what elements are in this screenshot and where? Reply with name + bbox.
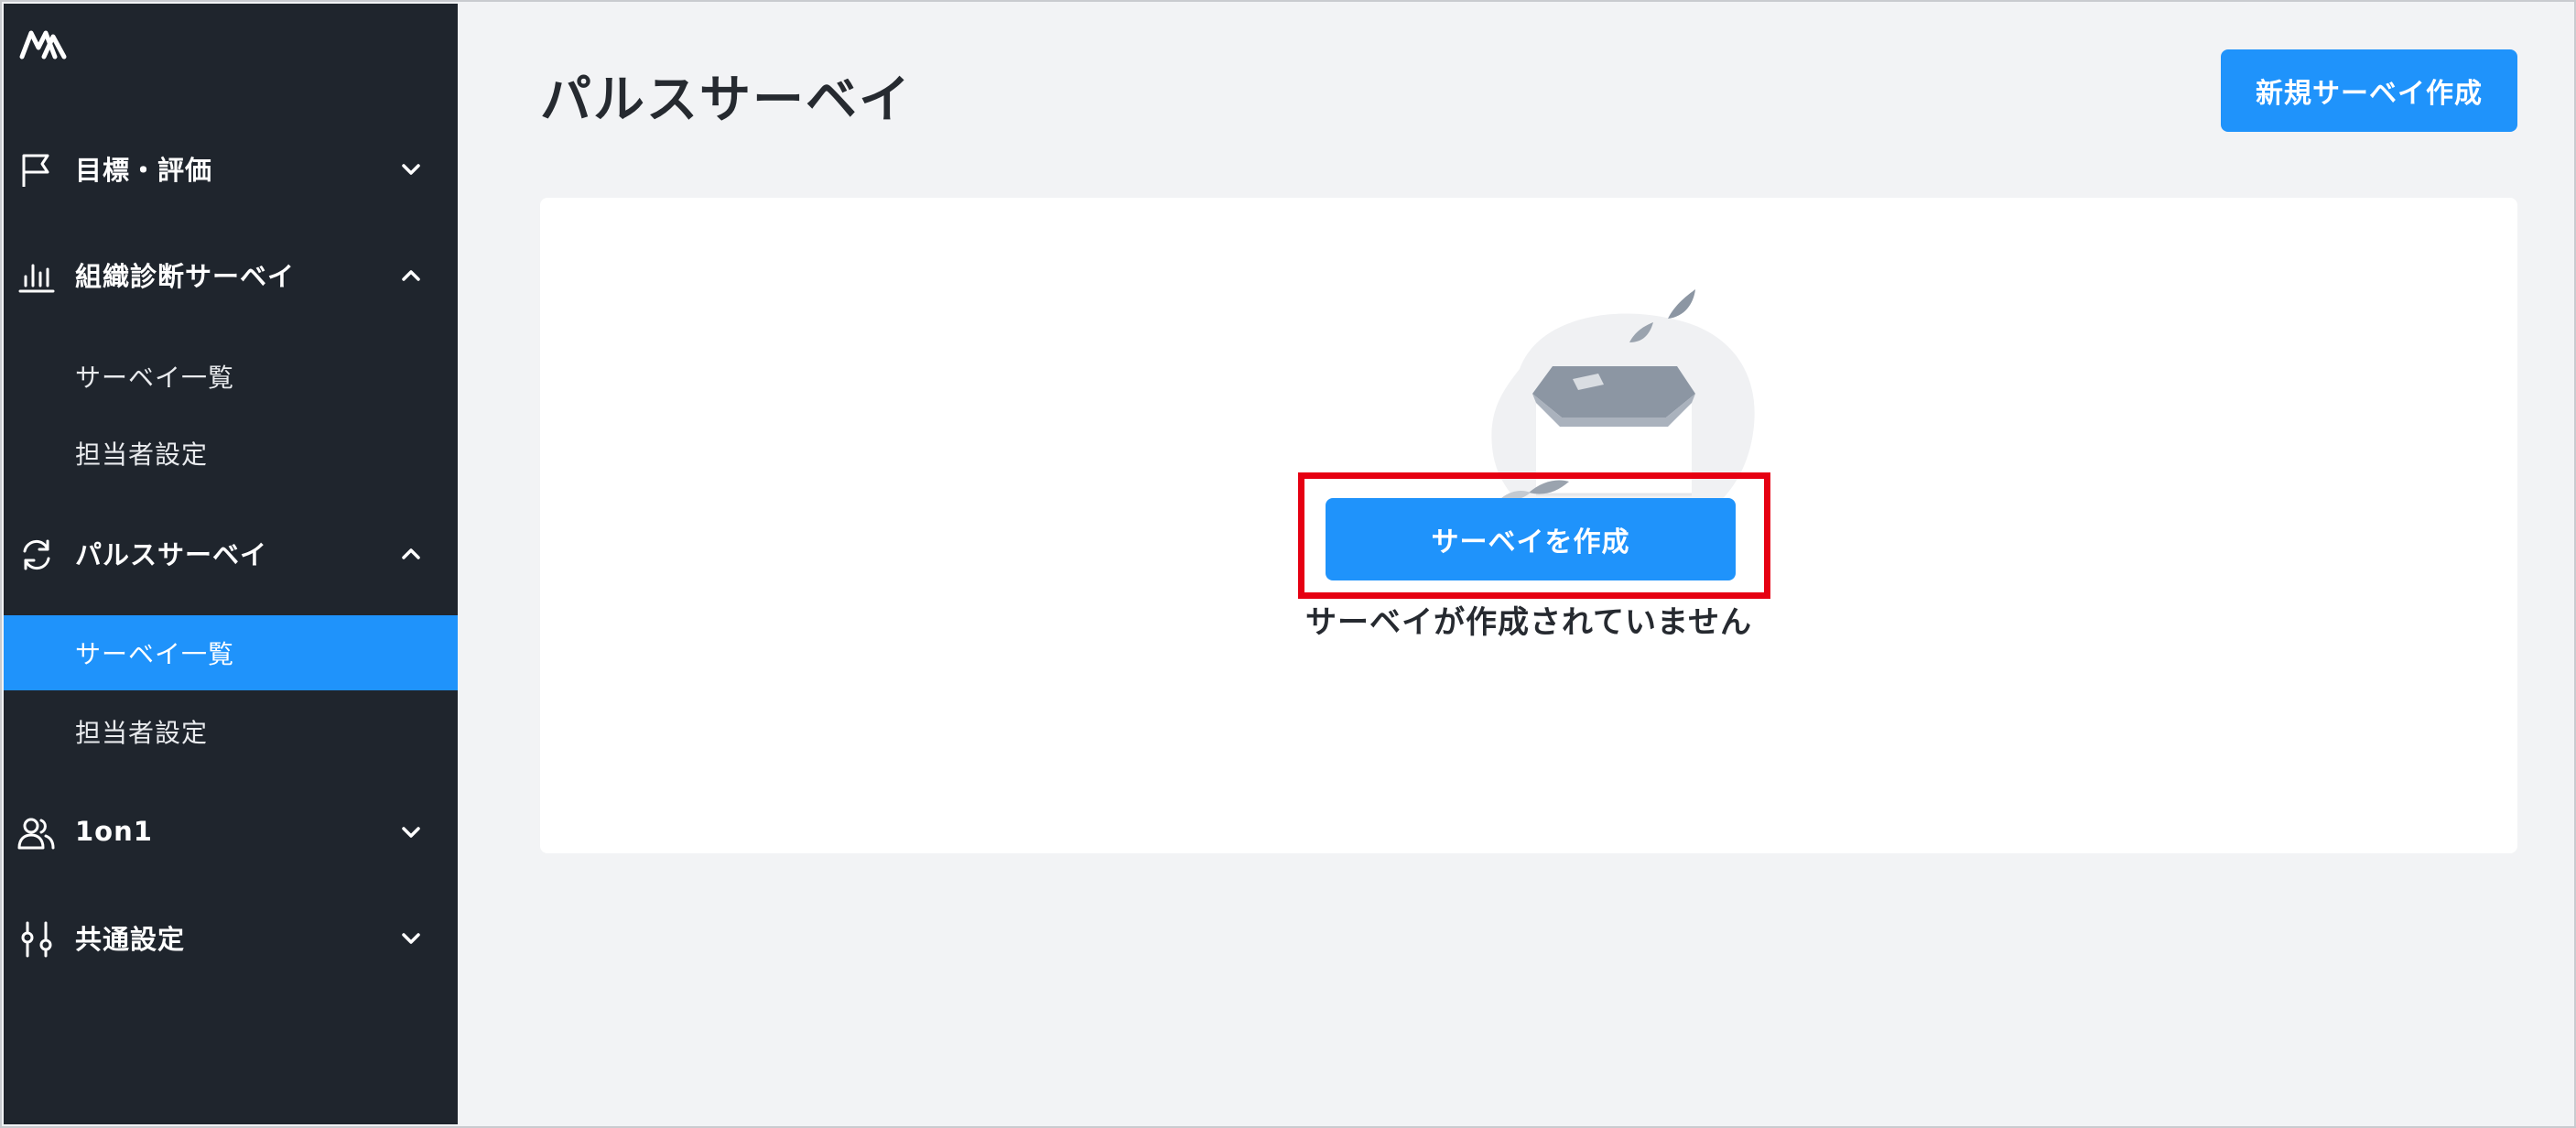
bar-chart-icon [18,264,55,293]
sidebar-section-label: パルスサーベイ [75,539,268,570]
chevron-down-icon [402,933,420,944]
sidebar-section-label: 共通設定 [75,924,186,955]
sliders-icon [21,921,52,958]
sidebar-item-org-survey-list[interactable]: サーベイ一覧 [4,339,458,414]
create-survey-button[interactable]: サーベイを作成 [1326,498,1736,580]
users-icon [17,818,55,850]
sidebar-item-label: サーベイ一覧 [75,639,235,669]
sidebar-section-goals[interactable]: 目標・評価 [4,132,458,205]
chevron-up-icon [402,548,420,559]
sidebar-section-org-survey[interactable]: 組織診断サーベイ [4,238,458,311]
sidebar: 目標・評価 組織診断サーベイ サーベイ一覧 担当者設定 パルスサーベイ サーベイ… [4,4,458,1124]
flag-icon [22,154,49,187]
sidebar-section-label: 組織診断サーベイ [75,261,296,292]
sidebar-item-label: 担当者設定 [75,439,209,470]
sidebar-section-1on1[interactable]: 1on1 [4,795,458,868]
refresh-icon [23,539,50,570]
logo-icon[interactable] [18,24,70,64]
sidebar-section-label: 目標・評価 [75,155,213,186]
page-title: パルスサーベイ [540,70,912,130]
chevron-down-icon [402,827,420,838]
sidebar-item-label: 担当者設定 [75,718,209,748]
chevron-up-icon [402,270,420,281]
sidebar-item-org-survey-owners[interactable]: 担当者設定 [4,416,458,491]
main-content: パルスサーベイ 新規サーベイ作成 サーベイが作成されていません サーベイを作成 [458,4,2572,1124]
sidebar-section-common-settings[interactable]: 共通設定 [4,901,458,974]
chevron-down-icon [402,164,420,175]
sidebar-item-label: サーベイ一覧 [75,363,235,393]
sidebar-section-label: 1on1 [75,816,153,847]
empty-state-message: サーベイが作成されていません [1305,604,1752,641]
sidebar-item-pulse-survey-owners[interactable]: 担当者設定 [4,694,458,769]
new-survey-button[interactable]: 新規サーベイ作成 [2221,49,2517,132]
sidebar-item-pulse-survey-list[interactable]: サーベイ一覧 [4,615,458,690]
sidebar-section-pulse-survey[interactable]: パルスサーベイ [4,516,458,590]
